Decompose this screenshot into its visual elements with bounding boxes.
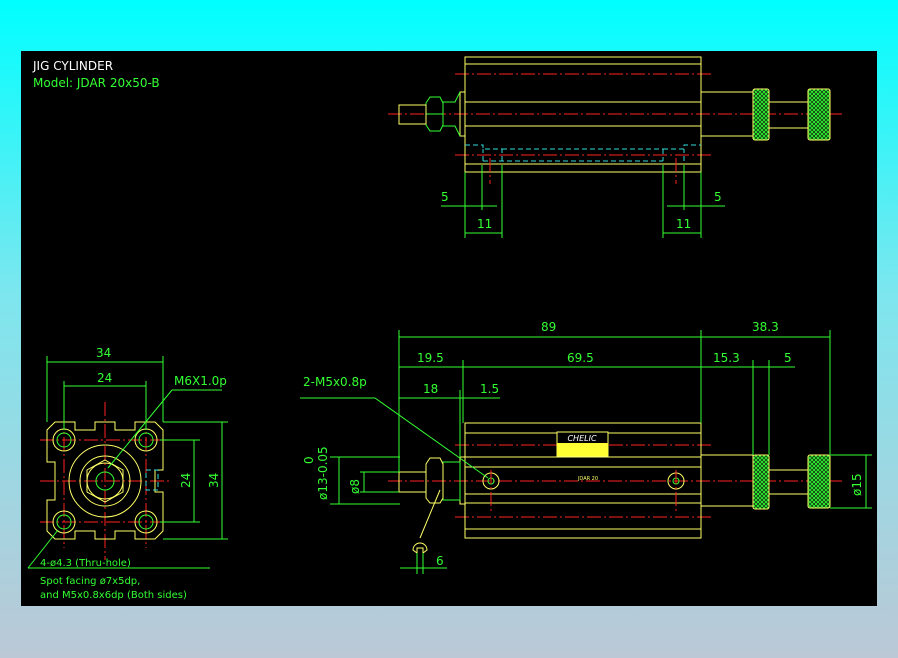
dim-5: 5 [784, 351, 792, 365]
drawing-canvas [21, 51, 877, 606]
thread-note: M6X1.0p [174, 374, 227, 388]
hole-note: 4-ø4.3 (Thru-hole) [40, 558, 131, 569]
model-label: Model: JDAR 20x50-B [33, 76, 160, 90]
knurled-adjust-knob [807, 88, 831, 141]
dim-18: 18 [423, 382, 438, 396]
dim-top-right-5: 5 [714, 190, 722, 204]
drawing-title: JIG CYLINDER [32, 59, 113, 73]
dim-overall-89: 89 [541, 320, 556, 334]
dim-end-height-24: 24 [179, 473, 193, 488]
dim-top-left-5: 5 [441, 190, 449, 204]
dim-end-height-34: 34 [207, 473, 221, 488]
dim-dia13-tolerance: 0 [302, 456, 316, 464]
knurled-adjust-knob-front [807, 454, 831, 509]
dim-1-5: 1.5 [480, 382, 499, 396]
dim-dia13: ø13-0.05 [316, 446, 330, 500]
port-note: 2-M5x0.8p [303, 375, 367, 389]
body-mark: JDAR 20 [577, 476, 598, 482]
dim-15-3: 15.3 [713, 351, 740, 365]
dim-end-width-24: 24 [97, 371, 112, 385]
dim-19-5: 19.5 [417, 351, 444, 365]
dim-dia15: ø15 [850, 473, 864, 496]
knurled-stop-nut-front [752, 454, 770, 510]
dim-wrench-6: 6 [436, 554, 444, 568]
logo-plate: CHELIC [556, 431, 609, 457]
cad-drawing: JIG CYLINDER Model: JDAR 20x50-B 5 11 5 … [21, 51, 877, 606]
dim-top-left-11: 11 [477, 217, 492, 231]
dim-69-5: 69.5 [567, 351, 594, 365]
logo-text: CHELIC [567, 434, 596, 443]
spot-facing-note: Spot facing ø7x5dp, [40, 576, 140, 587]
dim-end-width-34: 34 [96, 346, 111, 360]
thread-depth-note: and M5x0.8x6dp (Both sides) [40, 590, 187, 601]
dim-stroke-38-3: 38.3 [752, 320, 779, 334]
knurled-stop-nut [752, 88, 770, 141]
dim-top-right-11: 11 [676, 217, 691, 231]
dim-dia8: ø8 [348, 479, 362, 494]
